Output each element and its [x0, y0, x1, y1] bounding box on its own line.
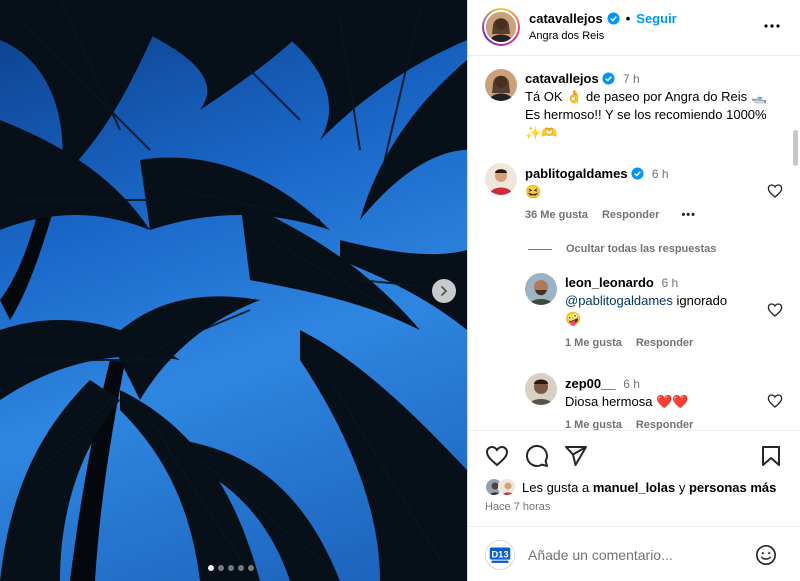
- reply-author-avatar[interactable]: [525, 273, 557, 305]
- carousel-dot: [228, 565, 234, 571]
- separator-dot: •: [625, 11, 631, 26]
- reply-text: ignorado: [672, 293, 728, 308]
- d13-deportes-logo-icon: D13: [486, 541, 514, 569]
- post-actions: Les gusta a manuel_lolas y personas más …: [468, 430, 800, 526]
- carousel-dot: [218, 565, 224, 571]
- divider-line: [528, 248, 552, 250]
- reply-meta: 1 Me gusta Responder: [565, 419, 693, 430]
- verified-badge-icon: [631, 167, 644, 180]
- likes-others-link[interactable]: personas más: [689, 480, 776, 495]
- comment-more-button[interactable]: •••: [681, 209, 696, 221]
- like-comment-heart-icon[interactable]: [767, 183, 783, 199]
- comment-input[interactable]: [528, 544, 738, 566]
- reply-author-avatar[interactable]: [525, 373, 557, 405]
- caption: catavallejos 7 h Tá OK 👌 de paseo por An…: [525, 70, 775, 142]
- reply-time[interactable]: 6 h: [661, 276, 678, 290]
- comment-time[interactable]: 6 h: [652, 167, 669, 181]
- reply-button[interactable]: Responder: [602, 209, 659, 221]
- comment-meta: 36 Me gusta Responder •••: [525, 209, 696, 221]
- follow-button[interactable]: Seguir: [636, 11, 676, 26]
- chevron-right-icon: [441, 286, 448, 296]
- reply-likes[interactable]: 1 Me gusta: [565, 337, 622, 349]
- next-photo-button[interactable]: [432, 279, 456, 303]
- hide-replies-label: Ocultar todas las respuestas: [566, 243, 717, 255]
- verified-badge-icon: [602, 72, 615, 85]
- reply: zep00__ 6 h Diosa hermosa ❤️❤️: [565, 375, 755, 411]
- carousel-dot: [238, 565, 244, 571]
- post-photo[interactable]: [0, 0, 467, 581]
- liker-username[interactable]: manuel_lolas: [593, 480, 675, 495]
- reply-author[interactable]: zep00__: [565, 376, 616, 391]
- more-options-button[interactable]: [763, 17, 781, 38]
- add-comment-bar: D13: [468, 526, 800, 581]
- share-icon[interactable]: [564, 444, 588, 468]
- reply-button[interactable]: Responder: [636, 419, 693, 430]
- reply-meta: 1 Me gusta Responder: [565, 337, 693, 349]
- hide-replies-button[interactable]: Ocultar todas las respuestas: [528, 243, 716, 255]
- comment-icon[interactable]: [525, 444, 549, 468]
- comment-likes[interactable]: 36 Me gusta: [525, 209, 588, 221]
- comment-author-avatar[interactable]: [485, 163, 517, 195]
- author-username[interactable]: catavallejos: [529, 11, 603, 26]
- reply-emoji: 🤪: [565, 311, 582, 326]
- comment-text: 😆: [525, 184, 542, 199]
- bookmark-icon[interactable]: [759, 444, 783, 468]
- carousel-dot: [208, 565, 214, 571]
- caption-author[interactable]: catavallejos: [525, 71, 599, 86]
- caption-author-avatar[interactable]: [485, 69, 517, 101]
- more-icon: [764, 24, 780, 28]
- reply-text: Diosa hermosa ❤️❤️: [565, 394, 689, 409]
- reply: leon_leonardo 6 h @pablitogaldames ignor…: [565, 274, 755, 328]
- caption-text: Tá OK 👌 de paseo por Angra do Reis 🛥️ Es…: [525, 89, 767, 140]
- reply-likes[interactable]: 1 Me gusta: [565, 419, 622, 430]
- reply-mention-link[interactable]: @pablitogaldames: [565, 293, 673, 308]
- comment-author[interactable]: pablitogaldames: [525, 166, 628, 181]
- svg-text:D13: D13: [491, 549, 508, 559]
- heart-icon[interactable]: [485, 444, 509, 468]
- like-reply-heart-icon[interactable]: [767, 302, 783, 318]
- comments-section[interactable]: catavallejos 7 h Tá OK 👌 de paseo por An…: [468, 56, 800, 430]
- reply-author[interactable]: leon_leonardo: [565, 275, 654, 290]
- current-user-avatar: D13: [485, 540, 515, 570]
- post-timestamp[interactable]: Hace 7 horas: [485, 501, 550, 513]
- liker-avatar: [498, 478, 516, 496]
- likes-summary[interactable]: Les gusta a manuel_lolas y personas más: [485, 478, 776, 496]
- comments-scrollbar[interactable]: [793, 130, 798, 166]
- like-reply-heart-icon[interactable]: [767, 393, 783, 409]
- post-location[interactable]: Angra dos Reis: [529, 30, 604, 42]
- palm-trees-image: [0, 0, 467, 581]
- carousel-dot: [248, 565, 254, 571]
- verified-badge-icon: [607, 12, 620, 25]
- comment: pablitogaldames 6 h 😆: [525, 165, 755, 201]
- likes-prefix: Les gusta a: [522, 479, 593, 495]
- emoji-icon[interactable]: [755, 544, 777, 566]
- post-header: catavallejos • Seguir Angra dos Reis: [468, 0, 800, 56]
- caption-time[interactable]: 7 h: [623, 72, 640, 86]
- reply-button[interactable]: Responder: [636, 337, 693, 349]
- post-sidebar: catavallejos • Seguir Angra dos Reis cat…: [467, 0, 800, 581]
- likes-text: Les gusta a manuel_lolas y personas más: [522, 480, 776, 495]
- reply-time[interactable]: 6 h: [623, 377, 640, 391]
- author-avatar[interactable]: [482, 8, 520, 46]
- carousel-indicator: [208, 565, 254, 571]
- likes-joiner: y: [675, 479, 689, 495]
